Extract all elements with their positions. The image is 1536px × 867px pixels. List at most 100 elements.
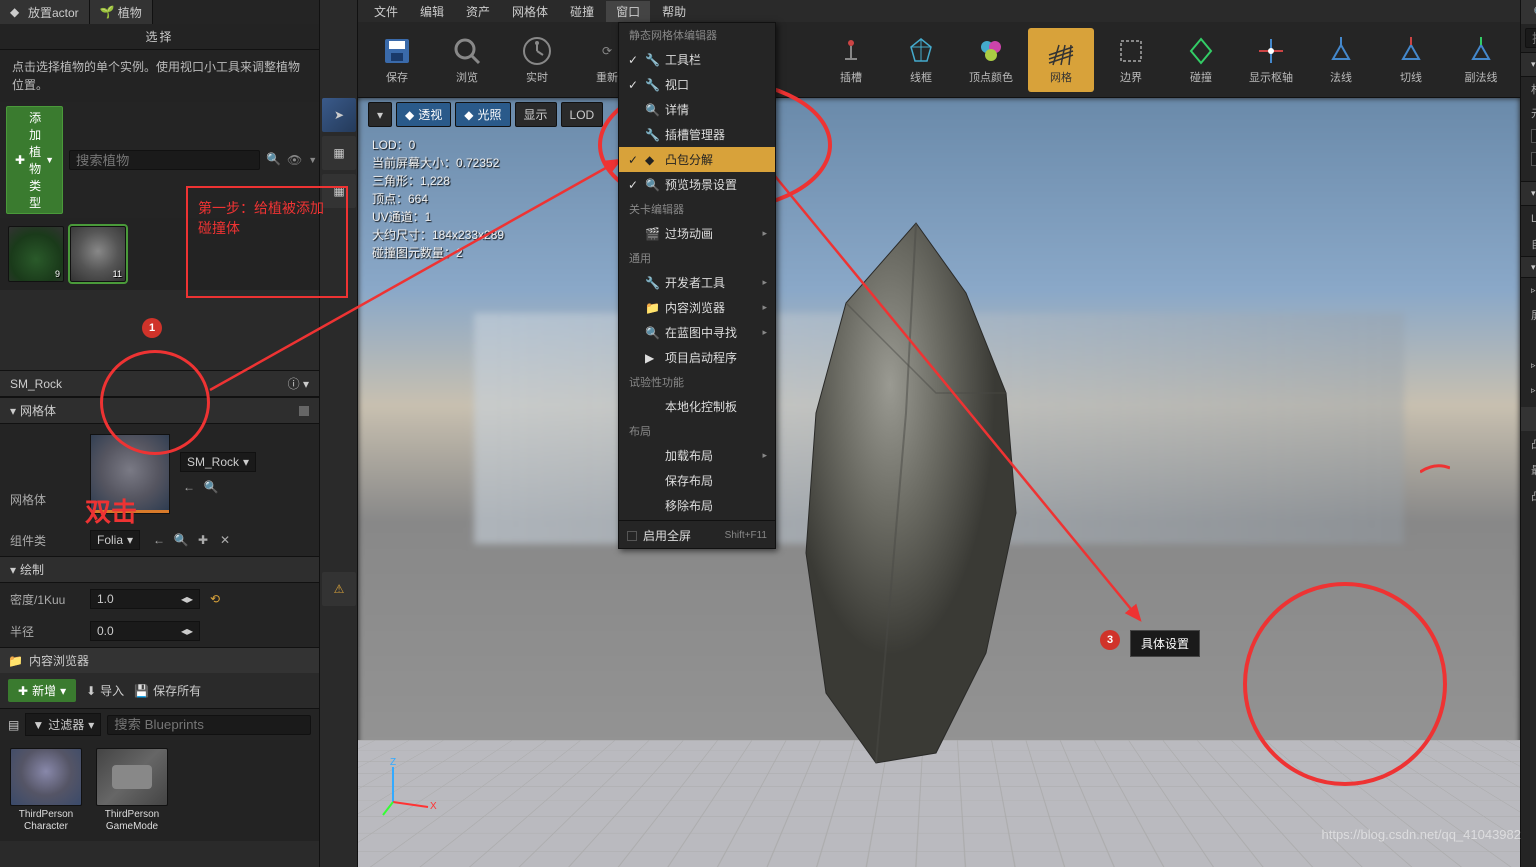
tool-group2[interactable]: ▦	[322, 174, 356, 208]
add-icon[interactable]: ✚	[194, 531, 212, 549]
menu-cinematic[interactable]: 🎬过场动画▸	[619, 221, 775, 246]
tab-place-actor[interactable]: ◆放置actor	[0, 0, 90, 24]
mesh-dropdown[interactable]: SM_Rock▾	[180, 452, 256, 472]
tb-browse[interactable]: 浏览	[434, 28, 500, 92]
cat-material-slots[interactable]: ▾材质插槽	[1521, 52, 1536, 77]
back-icon[interactable]: ←	[180, 478, 198, 496]
mesh-section-header[interactable]: ▾网格体	[0, 397, 319, 424]
details-search-input[interactable]	[1525, 28, 1536, 48]
count: 11	[113, 269, 122, 279]
add-foliage-type-button[interactable]: ✚添加植物类型▼	[6, 106, 63, 214]
menu-collision[interactable]: 碰撞	[560, 1, 604, 22]
add-new-button[interactable]: ✚新增▾	[8, 679, 76, 702]
menu-content-browser[interactable]: 📁内容浏览器▸	[619, 295, 775, 320]
tab-label: 放置actor	[28, 4, 79, 21]
vp-perspective-button[interactable]: ◆透视	[396, 102, 451, 127]
back-icon[interactable]: ←	[150, 531, 168, 549]
menu-details[interactable]: 🔍详情	[619, 97, 775, 122]
cb-filter-row: ▤ ▼过滤器▾	[0, 709, 319, 740]
sections-row[interactable]: ▹分段	[1521, 278, 1536, 303]
viewport[interactable]: ZX	[358, 98, 1520, 867]
window-menu: 静态网格体编辑器 ✓🔧工具栏 ✓🔧视口 🔍详情 🔧插槽管理器 ✓◆凸包分解 ✓🔍…	[618, 22, 776, 549]
tb-collision[interactable]: 碰撞	[1168, 28, 1234, 92]
find-icon[interactable]: 🔍	[202, 478, 220, 496]
tool-select[interactable]: ➤	[322, 98, 356, 132]
menu-asset[interactable]: 资产	[456, 1, 500, 22]
menu-toolbar[interactable]: ✓🔧工具栏	[619, 47, 775, 72]
draw-section-header[interactable]: ▾绘制	[0, 556, 319, 583]
info-icon[interactable]: ⓘ ▾	[288, 375, 309, 392]
menu-mesh[interactable]: 网格体	[502, 1, 558, 22]
find-icon[interactable]: 🔍	[172, 531, 190, 549]
menu-fullscreen[interactable]: 启用全屏Shift+F11	[619, 523, 775, 548]
menu-window[interactable]: 窗口	[606, 1, 650, 22]
cat-lod-picker[interactable]: ▾LOD选取器	[1521, 181, 1536, 206]
item-label: ThirdPerson Character	[19, 809, 73, 833]
tb-realtime[interactable]: 实时	[504, 28, 570, 92]
thumb-rock[interactable]: 11	[70, 226, 126, 282]
cb-search-input[interactable]	[107, 715, 311, 735]
radius-input[interactable]: 0.0◂▸	[90, 621, 200, 641]
prop-label: 屏幕尺寸	[1531, 307, 1536, 323]
tb-wireframe[interactable]: 线框	[888, 28, 954, 92]
tab-preview-settings[interactable]: 🔍预览场景设置	[1521, 0, 1536, 24]
tb-sockets[interactable]: 插槽	[818, 28, 884, 92]
vp-show-button[interactable]: 显示	[515, 102, 557, 127]
tb-tangents[interactable]: 切线	[1378, 28, 1444, 92]
menu-file[interactable]: 文件	[364, 1, 408, 22]
screen-size-row: 屏幕尺寸 默认 ✚	[1521, 303, 1536, 327]
tb-normals[interactable]: 法线	[1308, 28, 1374, 92]
menu-dev-tools[interactable]: 🔧开发者工具▸	[619, 270, 775, 295]
left-tabs: ◆放置actor 🌱植物	[0, 0, 319, 24]
menu-viewport[interactable]: ✓🔧视口	[619, 72, 775, 97]
menu-socket-manager[interactable]: 🔧插槽管理器	[619, 122, 775, 147]
item-thumb	[10, 748, 82, 806]
tb-pivot[interactable]: 显示枢轴	[1238, 28, 1304, 92]
eye-icon[interactable]: 👁	[287, 153, 302, 167]
menu-help[interactable]: 帮助	[652, 1, 696, 22]
tab-foliage[interactable]: 🌱植物	[90, 0, 153, 24]
import-button[interactable]: ⬇导入	[86, 682, 124, 699]
menu-project-launcher[interactable]: ▶项目启动程序	[619, 345, 775, 370]
tb-vertex-color[interactable]: 顶点颜色	[958, 28, 1024, 92]
search-foliage-input[interactable]	[69, 150, 260, 170]
vp-lod-button[interactable]: LOD	[561, 102, 604, 127]
menu-remove-layout[interactable]: 移除布局	[619, 493, 775, 518]
cb-item-character[interactable]: ThirdPerson Character	[8, 748, 84, 833]
asset-name-header[interactable]: SM_Rock ⓘ ▾	[0, 370, 319, 397]
menu-localization[interactable]: 本地化控制板	[619, 394, 775, 419]
tb-save[interactable]: 保存	[364, 28, 430, 92]
density-input[interactable]: 1.0◂▸	[90, 589, 200, 609]
save-all-button[interactable]: 💾保存所有	[134, 682, 201, 699]
tab-socket-manager[interactable]: 🔧插槽管理器	[1521, 407, 1536, 431]
cb-item-gamemode[interactable]: ThirdPerson GameMode	[94, 748, 170, 833]
warn-icon[interactable]: ⚠	[322, 572, 356, 606]
component-dropdown[interactable]: Folia▾	[90, 530, 140, 550]
menu-find-blueprints[interactable]: 🔍在蓝图中寻找▸	[619, 320, 775, 345]
menu-load-layout[interactable]: 加载布局▸	[619, 443, 775, 468]
tb-bounds[interactable]: 边界	[1098, 28, 1164, 92]
clear-icon[interactable]: ✕	[216, 531, 234, 549]
vp-menu-button[interactable]: ▾	[368, 102, 392, 127]
tb-binormals[interactable]: 副法线	[1448, 28, 1514, 92]
menu-edit[interactable]: 编辑	[410, 1, 454, 22]
thumb-grass[interactable]: 9	[8, 226, 64, 282]
build-settings-row[interactable]: ▹编译设置	[1521, 353, 1536, 378]
menu-section-header: 试验性功能	[619, 370, 775, 394]
tool-group1[interactable]: ▦	[322, 136, 356, 170]
prop-label: 元素 0	[1531, 105, 1536, 121]
menu-preview-settings[interactable]: ✓🔍预览场景设置	[619, 172, 775, 197]
list-icon[interactable]: ▤	[8, 718, 19, 732]
rp-top-tabs: 🔍预览场景设置 🔍详情	[1521, 0, 1536, 24]
vp-lit-button[interactable]: ◆光照	[455, 102, 510, 127]
reduction-settings-row[interactable]: ▹简化设置	[1521, 378, 1536, 403]
reset-icon[interactable]: ⟲	[210, 592, 220, 606]
menu-convex-decomposition[interactable]: ✓◆凸包分解	[619, 147, 775, 172]
cat-lod0[interactable]: ▾LOD 0	[1521, 256, 1536, 278]
content-browser: 📁 内容浏览器 ✚新增▾ ⬇导入 💾保存所有 ▤ ▼过滤器▾ ThirdPers…	[0, 647, 319, 841]
isolate-checkbox[interactable]	[1531, 152, 1536, 166]
tb-grid[interactable]: 网格	[1028, 28, 1094, 92]
highlight-checkbox[interactable]	[1531, 129, 1536, 143]
filter-dropdown[interactable]: ▼过滤器▾	[25, 713, 101, 736]
menu-save-layout[interactable]: 保存布局	[619, 468, 775, 493]
